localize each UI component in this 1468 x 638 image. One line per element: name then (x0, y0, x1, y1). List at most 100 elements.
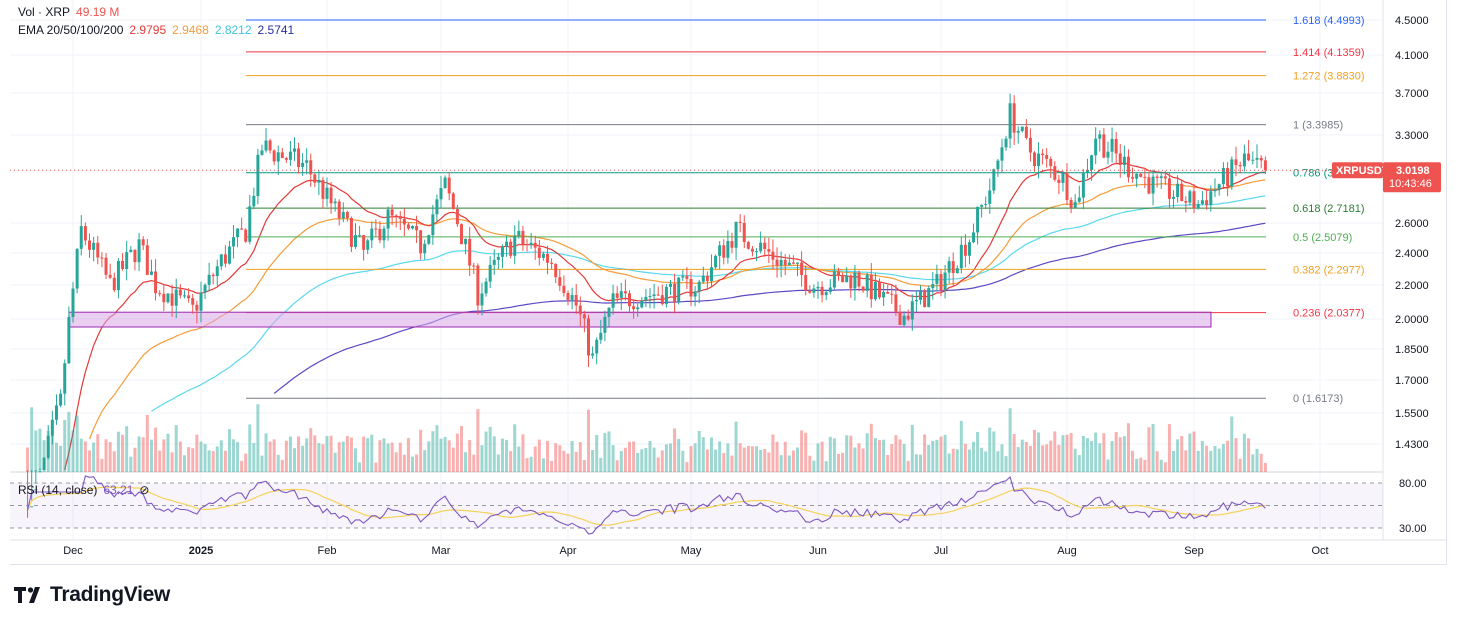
volume-bar (427, 441, 431, 472)
candle-body (341, 212, 345, 219)
volume-bar (92, 442, 96, 472)
rsi-legend[interactable]: RSI (14, close) 63.21 ⊘ (18, 482, 155, 498)
candle-body (1247, 153, 1251, 161)
candle-body (1008, 103, 1012, 139)
candle-body (935, 274, 939, 284)
volume-bar (566, 453, 570, 472)
volume-bar (459, 426, 463, 472)
candle-body (67, 316, 71, 364)
volume-bar (435, 425, 439, 472)
volume-bar (947, 453, 951, 472)
candle-body (1230, 159, 1234, 187)
candle-body (861, 286, 865, 291)
volume-bar (910, 424, 914, 472)
price-tag-value: 3.0198 (1396, 165, 1430, 177)
volume-bar (390, 442, 394, 472)
volume-bar (652, 447, 656, 472)
candle-body (349, 218, 353, 247)
volume-bar (882, 439, 886, 472)
volume-bar (472, 454, 476, 472)
candle-body (162, 293, 166, 303)
price-axis-label: 1.7000 (1395, 375, 1429, 387)
candle-body (693, 291, 697, 297)
candle-body (664, 286, 668, 305)
candle-body (963, 244, 967, 256)
candle-body (873, 281, 877, 300)
tradingview-logo[interactable]: TradingView (14, 583, 170, 607)
time-axis-label: Jul (934, 545, 948, 557)
volume-bar (681, 450, 685, 472)
volume-bar (317, 443, 321, 472)
candle-body (886, 291, 890, 294)
volume-bar (366, 438, 370, 472)
volume-bar (1213, 445, 1217, 472)
candle-body (1000, 147, 1004, 161)
volume-bar (129, 456, 133, 472)
volume-bar (464, 452, 468, 472)
candle-body (268, 140, 272, 151)
volume-bar (402, 454, 406, 472)
candle-body (100, 257, 104, 259)
candle-body (133, 249, 137, 263)
candle-body (619, 291, 623, 298)
candle-body (378, 228, 382, 241)
candle-body (685, 276, 689, 279)
candle-body (1184, 201, 1188, 203)
candle-body (191, 298, 195, 305)
volume-bar (211, 451, 215, 472)
eye-off-icon[interactable]: ⊘ (139, 483, 149, 497)
volume-bar (796, 447, 800, 472)
candle-body (791, 262, 795, 264)
candle-body (145, 245, 149, 275)
volume-bar (611, 445, 615, 472)
candle-body (1012, 103, 1016, 133)
volume-bar (1114, 432, 1118, 472)
candle-body (800, 262, 804, 276)
candle-body (640, 300, 644, 308)
candle-body (902, 315, 906, 326)
ema-legend[interactable]: EMA 20/50/100/200 2.9795 2.9468 2.8212 2.574… (18, 22, 300, 38)
volume-bar (509, 451, 513, 472)
candle-body (240, 228, 244, 230)
candle-body (919, 290, 922, 300)
volume-bar (873, 438, 877, 472)
volume-bar (137, 436, 141, 472)
volume-bar (232, 439, 236, 472)
volume-bar (67, 411, 71, 472)
candle-body (272, 150, 276, 162)
volume-bar (1098, 443, 1102, 472)
candle-body (1192, 191, 1196, 209)
candle-body (947, 261, 951, 273)
candle-body (83, 226, 87, 241)
volume-bar (104, 439, 108, 472)
volume-bar (640, 449, 644, 472)
volume-bar (558, 445, 562, 472)
volume-bar (849, 435, 853, 472)
volume-bar (1188, 433, 1192, 472)
volume-bar (1259, 453, 1263, 472)
candle-body (451, 193, 455, 209)
volume-bar (841, 452, 845, 472)
volume-legend[interactable]: Vol · XRP 49.19 M (18, 4, 125, 20)
candle-body (472, 265, 476, 267)
volume-bar (1147, 427, 1151, 472)
volume-bar (1242, 433, 1246, 472)
volume-bar (861, 448, 865, 472)
volume-bar (1192, 431, 1196, 472)
candle-body (914, 299, 918, 302)
candle-body (1209, 191, 1213, 205)
volume-bar (923, 434, 927, 472)
candle-body (648, 296, 652, 298)
volume-bar (1200, 440, 1204, 472)
candle-body (1163, 176, 1167, 179)
chart-frame[interactable]: 1.618 (4.4993) 1.414 (4.1359) 1.272 (3.883… (10, 0, 1447, 565)
volume-bar (906, 460, 910, 472)
candle-body (492, 259, 496, 265)
volume-bar (288, 436, 292, 472)
candle-body (656, 294, 660, 296)
price-chart[interactable]: 1.618 (4.4993) 1.414 (4.1359) 1.272 (3.883… (10, 0, 1446, 564)
volume-bar (865, 433, 869, 472)
candle-body (816, 286, 820, 289)
price-axis-label: 1.4300 (1395, 439, 1429, 451)
volume-bar (927, 444, 931, 472)
